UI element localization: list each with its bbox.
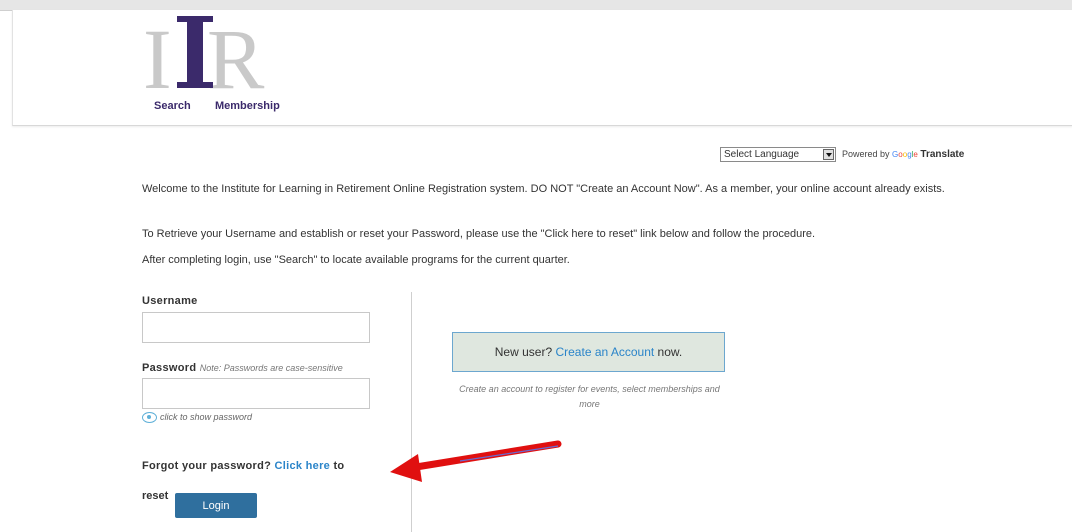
google-logo[interactable]: Google [892, 150, 918, 159]
forgot-password-line: Forgot your password? Click here to [142, 460, 344, 472]
create-account-link[interactable]: Create an Account [555, 345, 654, 359]
powered-by-google-translate: Powered by Google Translate [842, 149, 964, 160]
retrieve-instructions: To Retrieve your Username and establish … [142, 228, 816, 240]
translate-text: Translate [920, 149, 965, 160]
powered-by-text: Powered by [842, 149, 890, 159]
forgot-password-prefix: Forgot your password? [142, 460, 272, 472]
forgot-password-suffix: to [333, 460, 345, 472]
after-login-instructions: After completing login, use "Search" to … [142, 254, 570, 266]
new-user-suffix: now. [657, 345, 683, 359]
language-select[interactable]: Select Language [720, 147, 836, 162]
welcome-text: Welcome to the Institute for Learning in… [142, 183, 945, 195]
new-user-box: New user? Create an Account now. [452, 332, 725, 372]
password-label-row: Password Note: Passwords are case-sensit… [142, 362, 343, 374]
password-note: Note: Passwords are case-sensitive [199, 363, 343, 373]
chevron-down-icon [823, 149, 834, 160]
nav-membership-link[interactable]: Membership [215, 100, 280, 112]
svg-text:I: I [143, 12, 172, 94]
create-account-description: Create an account to register for events… [459, 384, 720, 409]
username-label: Username [142, 295, 198, 307]
red-annotation-arrow-icon [390, 440, 562, 482]
username-input[interactable] [142, 312, 370, 343]
nav-search-link[interactable]: Search [154, 100, 191, 112]
svg-text:R: R [207, 12, 265, 94]
ilr-logo[interactable]: I R [143, 12, 283, 94]
password-label: Password [142, 362, 197, 374]
language-select-value: Select Language [724, 149, 800, 160]
new-user-prefix: New user? [494, 345, 553, 359]
password-input[interactable] [142, 378, 370, 409]
show-password-text: click to show password [160, 412, 253, 422]
reset-word: reset [142, 490, 169, 502]
eye-icon [142, 412, 157, 424]
show-password-toggle[interactable]: click to show password [142, 412, 253, 424]
column-divider [411, 292, 412, 532]
site-header: I R Search Membership [12, 10, 1072, 126]
reset-password-link[interactable]: Click here [275, 460, 331, 472]
login-button[interactable]: Login [175, 493, 257, 518]
